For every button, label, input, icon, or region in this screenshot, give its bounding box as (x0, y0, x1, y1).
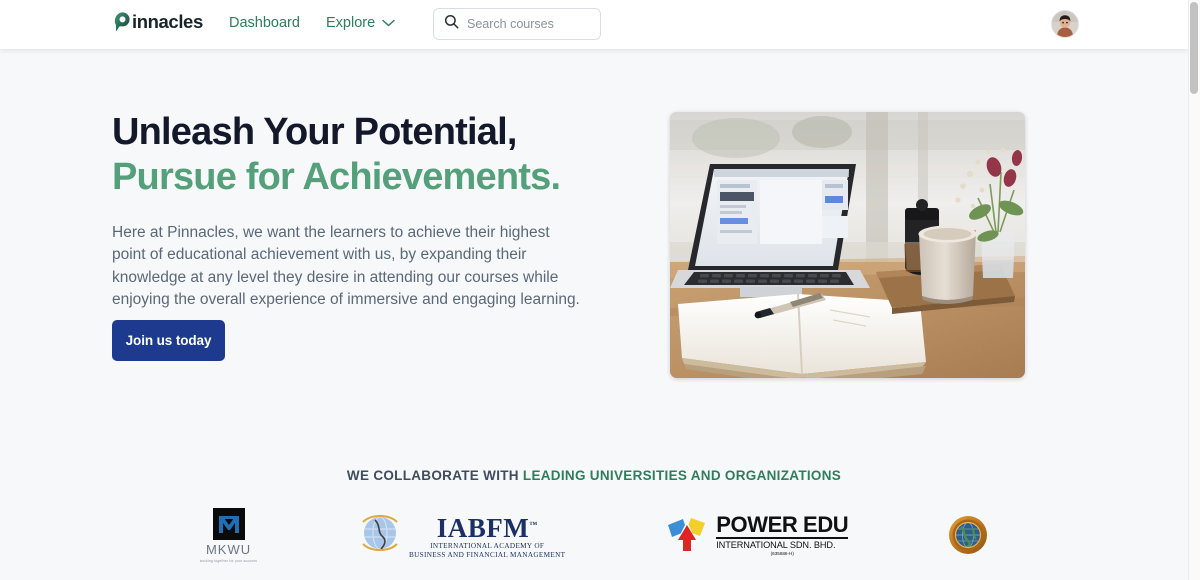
power-edu-arrow-icon (665, 511, 709, 560)
partner-logo-iabfm[interactable]: IABFM™ INTERNATIONAL ACADEMY OF BUSINESS… (357, 510, 565, 561)
partner-logo-iabfm-name: IABFM™ (436, 512, 538, 543)
partner-logo-iabfm-sub2: BUSINESS AND FINANCIAL MANAGEMENT (408, 550, 566, 559)
hero-heading-line2: Pursue for Achievements. (112, 156, 561, 198)
scrollbar-thumb[interactable] (1190, 2, 1198, 94)
partners-tagline-highlight: LEADING UNIVERSITIES AND ORGANIZATIONS (522, 468, 842, 483)
search-placeholder: Search courses (467, 17, 554, 31)
partner-logo-seal[interactable] (948, 515, 988, 555)
search-input[interactable]: Search courses (433, 8, 601, 40)
page-root: innacles Dashboard Explore Search course… (0, 0, 1200, 580)
brand-logo[interactable]: innacles (114, 11, 203, 33)
iabfm-globe-icon (357, 510, 403, 561)
site-header: innacles Dashboard Explore Search course… (0, 0, 1188, 49)
pin-p-logo-icon (114, 11, 131, 33)
partner-logo-power-edu-reg: (635686-H) (770, 551, 794, 556)
hero-paragraph: Here at Pinnacles, we want the learners … (112, 224, 580, 308)
trademark-icon: ™ (529, 519, 538, 529)
hero-text-block: Unleash Your Potential, Pursue for Achie… (112, 110, 592, 311)
chevron-down-icon (382, 19, 395, 27)
partner-logo-list: MKWU working together for your success I… (0, 498, 1188, 572)
gold-seal-globe-icon (948, 515, 988, 555)
avatar[interactable] (1051, 10, 1079, 38)
mkwu-logo-icon (212, 507, 245, 540)
nav-item-explore[interactable]: Explore (326, 15, 395, 31)
join-us-today-button[interactable]: Join us today (112, 320, 225, 361)
brand-logo-text: innacles (132, 11, 203, 32)
partner-logo-power-edu[interactable]: POWER EDU INTERNATIONAL SDN. BHD. (63568… (665, 511, 849, 560)
nav-item-dashboard[interactable]: Dashboard (229, 15, 300, 31)
hero-heading-line1: Unleash Your Potential, (112, 111, 517, 153)
partner-logo-mkwu[interactable]: MKWU working together for your success (199, 507, 258, 563)
vertical-scrollbar[interactable] (1188, 0, 1200, 580)
search-icon (444, 14, 459, 34)
partner-logo-mkwu-name: MKWU (205, 541, 252, 557)
partners-tagline: WE COLLABORATE WITH LEADING UNIVERSITIES… (0, 468, 1188, 483)
partner-logo-power-edu-name: POWER EDU (716, 512, 849, 537)
divider (716, 537, 849, 539)
partner-logo-mkwu-tagline: working together for your success (199, 558, 258, 563)
partners-tagline-prefix: WE COLLABORATE WITH (346, 468, 523, 483)
nav-item-dashboard-label: Dashboard (229, 15, 300, 31)
partner-logo-power-edu-sub: INTERNATIONAL SDN. BHD. (716, 540, 836, 550)
nav-item-explore-label: Explore (326, 15, 376, 31)
page-title: Unleash Your Potential, Pursue for Achie… (112, 110, 592, 200)
partner-logo-iabfm-sub1: INTERNATIONAL ACADEMY OF (430, 541, 545, 550)
hero-image (670, 112, 1025, 378)
